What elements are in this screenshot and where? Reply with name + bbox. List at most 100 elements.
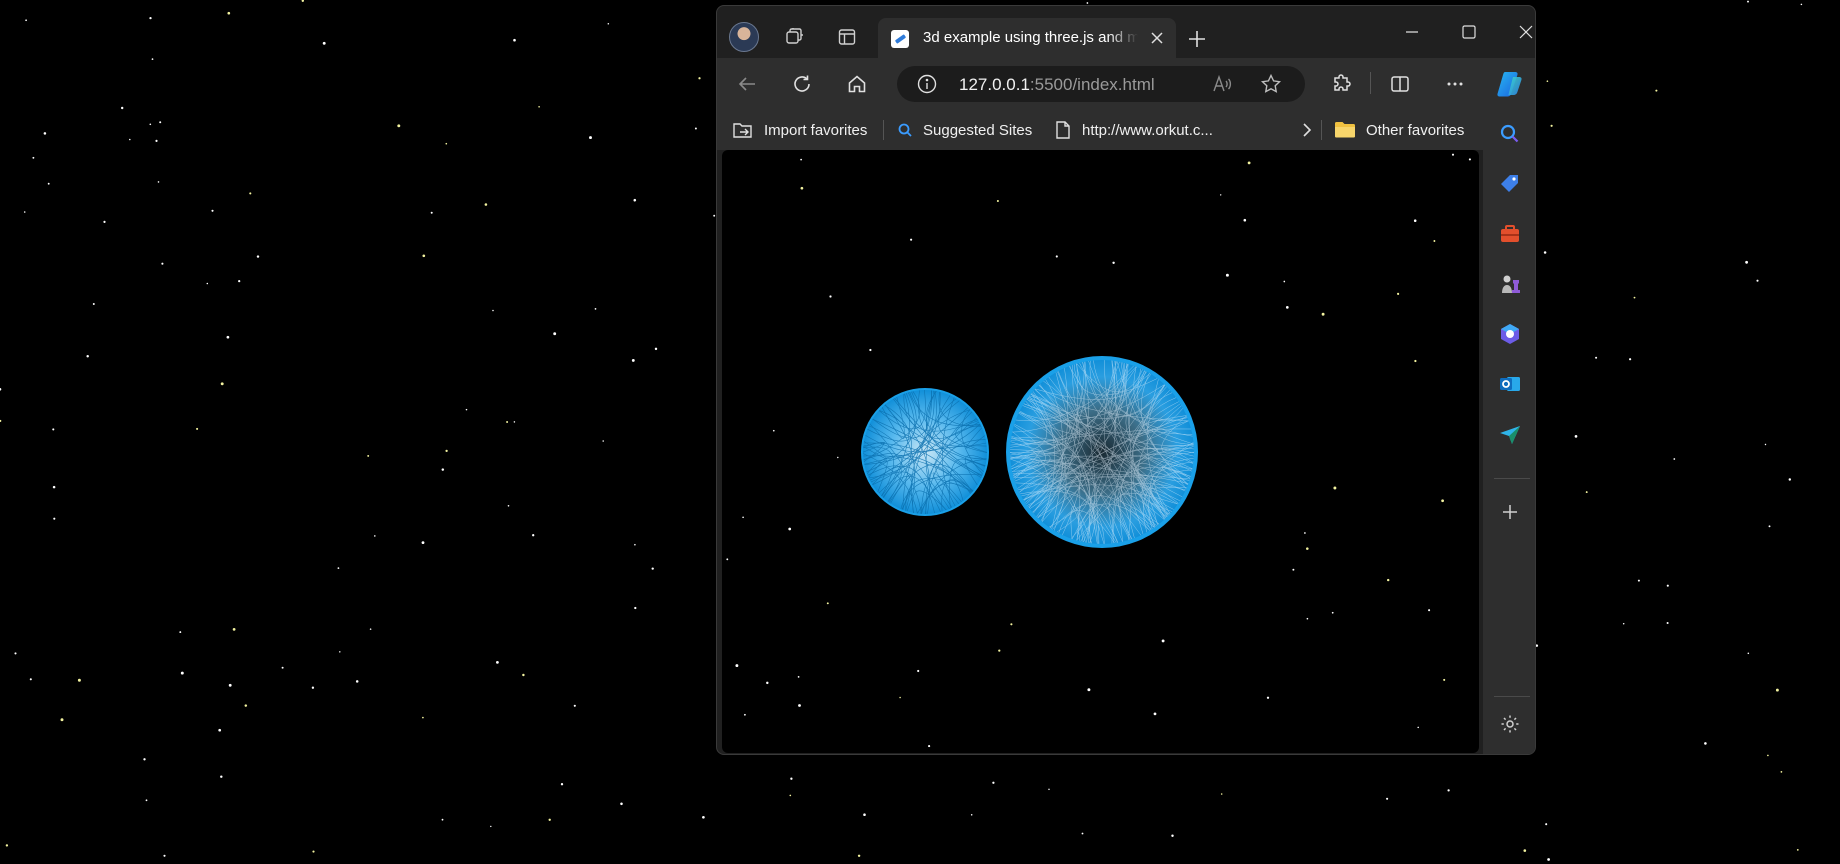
star xyxy=(47,182,50,185)
star xyxy=(1585,491,1588,494)
close-window-button[interactable] xyxy=(1506,20,1535,44)
bookmark-separator xyxy=(1321,120,1322,140)
star xyxy=(532,534,535,537)
bookmark-label: Import favorites xyxy=(764,121,868,139)
star xyxy=(538,106,540,108)
games-icon[interactable] xyxy=(1496,270,1524,298)
star xyxy=(1780,771,1783,773)
star xyxy=(1637,579,1640,582)
star xyxy=(1764,443,1767,446)
star xyxy=(397,124,401,128)
new-tab-button[interactable] xyxy=(1186,28,1208,50)
star xyxy=(238,280,241,283)
home-button[interactable] xyxy=(844,71,870,97)
star xyxy=(702,815,705,819)
refresh-button[interactable] xyxy=(789,71,815,97)
star xyxy=(337,567,340,569)
tab-close-icon[interactable] xyxy=(1148,29,1166,47)
import-favorites-icon xyxy=(733,123,752,138)
url-text[interactable]: 127.0.0.1:5500/index.html xyxy=(959,75,1155,95)
star xyxy=(1747,0,1749,3)
settings-icon[interactable] xyxy=(1496,710,1524,738)
three-scene[interactable] xyxy=(722,150,1479,753)
site-info-icon[interactable] xyxy=(916,73,938,100)
minimize-button[interactable] xyxy=(1392,20,1432,44)
star xyxy=(492,309,494,312)
search-icon xyxy=(898,123,912,137)
star xyxy=(490,825,492,828)
tab-actions-icon[interactable] xyxy=(834,24,860,50)
bookmark-other-favorites[interactable]: Other favorites xyxy=(1334,118,1464,142)
star xyxy=(441,468,445,471)
star xyxy=(573,704,576,707)
star xyxy=(1543,251,1547,254)
star xyxy=(1800,3,1803,6)
shopping-tag-icon[interactable] xyxy=(1496,170,1524,198)
star xyxy=(496,661,499,664)
star xyxy=(249,192,252,195)
star xyxy=(694,127,697,130)
more-options-button[interactable] xyxy=(1442,71,1468,97)
star xyxy=(421,541,425,545)
copilot-icon[interactable] xyxy=(1496,320,1524,348)
star xyxy=(196,427,199,430)
star xyxy=(143,758,146,761)
favicon-icon xyxy=(891,30,909,48)
read-aloud-icon[interactable] xyxy=(1211,73,1233,100)
more-bookmarks-chevron[interactable] xyxy=(1299,118,1315,142)
back-button[interactable] xyxy=(734,71,760,97)
search-icon[interactable] xyxy=(1496,120,1524,148)
star xyxy=(1545,823,1548,826)
bookmark-suggested-sites[interactable]: Suggested Sites xyxy=(897,118,1032,142)
star xyxy=(86,354,89,358)
star xyxy=(157,181,160,183)
star xyxy=(1447,789,1450,792)
star xyxy=(1745,260,1749,264)
split-screen-button[interactable] xyxy=(1387,71,1413,97)
workspaces-icon[interactable] xyxy=(782,24,808,50)
bookmark-label: Other favorites xyxy=(1366,121,1465,139)
large-sphere[interactable] xyxy=(1006,356,1198,548)
star xyxy=(1796,848,1799,851)
small-sphere[interactable] xyxy=(861,388,989,516)
star xyxy=(1704,742,1707,745)
star xyxy=(1756,279,1759,282)
address-bar[interactable]: 127.0.0.1:5500/index.html xyxy=(897,66,1305,102)
star xyxy=(0,388,2,391)
page-viewport[interactable] xyxy=(722,150,1479,753)
star xyxy=(1666,621,1669,625)
star xyxy=(149,123,152,126)
star xyxy=(163,854,166,857)
profile-avatar[interactable] xyxy=(729,22,759,52)
star xyxy=(1629,358,1632,361)
send-icon[interactable] xyxy=(1496,420,1524,448)
bookmark-import-favorites[interactable]: Import favorites xyxy=(732,118,867,142)
add-icon[interactable] xyxy=(1496,498,1524,526)
star xyxy=(103,220,106,223)
star xyxy=(631,358,635,362)
sidebar-divider xyxy=(1494,696,1530,697)
tab-bar: 3d example using three.js and multiple xyxy=(717,6,1535,58)
active-tab[interactable]: 3d example using three.js and multiple xyxy=(878,18,1176,58)
star xyxy=(634,543,636,546)
star xyxy=(1386,797,1389,800)
tools-icon[interactable] xyxy=(1496,220,1524,248)
star xyxy=(1673,458,1676,460)
navigation-toolbar: 127.0.0.1:5500/index.html xyxy=(717,58,1535,110)
outlook-icon[interactable] xyxy=(1496,370,1524,398)
star xyxy=(244,704,248,707)
bookmark-orkut[interactable]: http://www.orkut.c... xyxy=(1054,118,1213,142)
extensions-button[interactable] xyxy=(1329,71,1355,97)
star xyxy=(1775,688,1779,692)
copilot-icon[interactable] xyxy=(1494,68,1526,100)
maximize-button[interactable] xyxy=(1449,20,1489,44)
favorite-star-icon[interactable] xyxy=(1260,73,1282,100)
star xyxy=(633,198,637,202)
star xyxy=(422,716,424,719)
star xyxy=(161,262,164,265)
favorites-bar: Import favorites Suggested Sites http://… xyxy=(717,110,1535,150)
star xyxy=(25,19,27,22)
star xyxy=(445,142,448,145)
star xyxy=(634,606,637,610)
star xyxy=(1595,356,1598,359)
